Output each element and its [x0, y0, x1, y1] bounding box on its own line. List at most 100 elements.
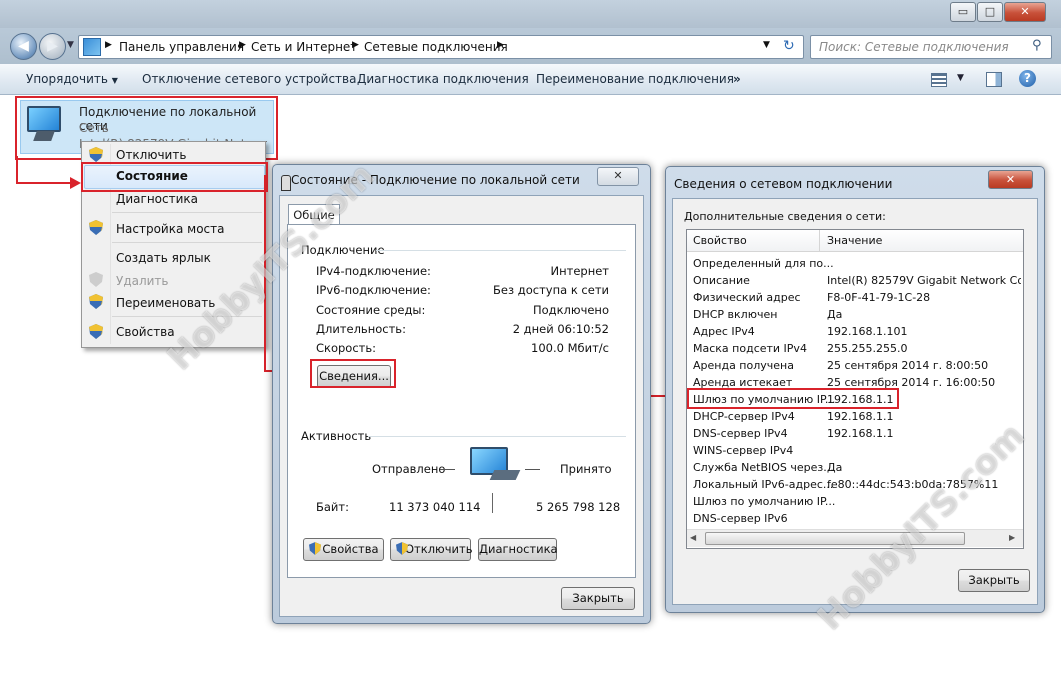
properties-button[interactable]: Свойства: [303, 538, 384, 561]
uac-shield-icon: [89, 294, 103, 309]
scroll-left-icon[interactable]: ◀: [690, 533, 696, 542]
horizontal-scrollbar[interactable]: ◀ ▶: [687, 529, 1023, 547]
breadcrumb-item[interactable]: Панель управления: [119, 40, 244, 54]
close-icon[interactable]: ✕: [988, 170, 1033, 189]
list-item-property[interactable]: Маска подсети IPv4: [693, 342, 807, 355]
tab-panel: Подключение IPv4-подключение: Интернет I…: [287, 224, 636, 578]
field-value: Без доступа к сети: [493, 283, 609, 297]
field-value: Подключено: [532, 303, 609, 317]
divider-line: [525, 469, 540, 470]
list-item-value[interactable]: 255.255.255.0: [827, 342, 1021, 355]
rename-connection-button[interactable]: Переименование подключения: [536, 72, 734, 86]
maximize-button[interactable]: □: [977, 2, 1003, 22]
divider-line: [492, 493, 493, 513]
close-button[interactable]: Закрыть: [561, 587, 635, 610]
disable-button[interactable]: Отключить: [390, 538, 472, 561]
address-dropdown-icon[interactable]: ▼: [763, 40, 770, 50]
forward-button[interactable]: ▶: [39, 33, 66, 60]
breadcrumb-item[interactable]: Сеть и Интернет: [251, 40, 357, 54]
list-item-property[interactable]: Адрес IPv4: [693, 325, 755, 338]
list-item-property[interactable]: Аренда получена: [693, 359, 794, 372]
list-item-property[interactable]: Физический адрес: [693, 291, 801, 304]
bytes-received: 5 265 798 128: [536, 500, 621, 514]
control-panel-icon: [83, 38, 101, 56]
uac-shield-icon: [89, 147, 103, 162]
list-item-property[interactable]: Служба NetBIOS через...: [693, 461, 834, 474]
chevron-right-icon: ▶: [105, 40, 112, 50]
breadcrumb-item[interactable]: Сетевые подключения: [364, 40, 508, 54]
close-button[interactable]: Закрыть: [958, 569, 1030, 592]
list-item-property[interactable]: Описание: [693, 274, 750, 287]
recent-pages-icon[interactable]: ▼: [67, 40, 74, 50]
annotation-arrow: [16, 182, 72, 184]
menu-item-properties[interactable]: Свойства: [116, 325, 175, 339]
back-button[interactable]: ◀: [10, 33, 37, 60]
menu-item-disable[interactable]: Отключить: [116, 148, 186, 162]
list-item-value[interactable]: Да: [827, 308, 1021, 321]
menu-item-bridge[interactable]: Настройка моста: [116, 222, 224, 236]
bytes-label: Байт:: [316, 500, 349, 514]
address-bar[interactable]: ▶ Панель управления ▶ Сеть и Интернет ▶ …: [78, 35, 804, 59]
close-button[interactable]: ✕: [1004, 2, 1046, 22]
help-icon[interactable]: ?: [1019, 70, 1036, 87]
search-input[interactable]: Поиск: Сетевые подключения ⚲: [810, 35, 1052, 59]
dialog-title: Сведения о сетевом подключении: [674, 177, 893, 191]
annotation-arrow: [16, 156, 18, 184]
dialog-body: Общие Подключение IPv4-подключение: Инте…: [279, 195, 644, 617]
field-label: Скорость:: [316, 341, 377, 355]
preview-pane-icon[interactable]: [986, 72, 1002, 87]
column-header-value[interactable]: Значение: [827, 234, 882, 247]
bytes-sent: 11 373 040 114: [389, 500, 481, 514]
chevron-down-icon: ▼: [111, 76, 118, 85]
more-commands-button[interactable]: »: [733, 72, 741, 86]
list-item-property[interactable]: DHCP включен: [693, 308, 777, 321]
close-icon[interactable]: ✕: [597, 167, 639, 186]
organize-menu[interactable]: Упорядочить ▼: [26, 72, 118, 86]
search-icon[interactable]: ⚲: [1032, 38, 1042, 53]
menu-item-shortcut[interactable]: Создать ярлык: [116, 251, 211, 265]
field-label: Состояние среды:: [316, 303, 426, 317]
refresh-icon[interactable]: ↻: [783, 38, 795, 54]
arrowhead-icon: [70, 177, 81, 189]
menu-item-delete: Удалить: [116, 274, 169, 288]
list-item-value[interactable]: 192.168.1.1: [827, 410, 1021, 423]
search-placeholder: Поиск: Сетевые подключения: [819, 40, 1009, 54]
menu-separator: [112, 212, 262, 213]
diagnose-button[interactable]: Диагностика: [478, 538, 558, 561]
uac-shield-icon: [396, 542, 408, 555]
menu-item-diagnose[interactable]: Диагностика: [116, 192, 198, 206]
chevron-down-icon[interactable]: ▼: [957, 73, 964, 83]
minimize-button[interactable]: ▭: [950, 2, 976, 22]
network-plug-icon: [281, 175, 291, 191]
list-item-property[interactable]: WINS-сервер IPv4: [693, 444, 793, 457]
view-options-icon[interactable]: [931, 73, 947, 87]
list-item-property[interactable]: Определенный для по...: [693, 257, 834, 270]
list-item-value[interactable]: Intel(R) 82579V Gigabit Network Connect: [827, 274, 1021, 287]
chevron-right-icon: ▶: [497, 40, 504, 50]
uac-shield-icon: [89, 272, 103, 287]
group-activity-label: Активность: [301, 429, 372, 443]
list-item-property[interactable]: DNS-сервер IPv4: [693, 427, 788, 440]
uac-shield-icon: [89, 324, 103, 339]
list-item-property[interactable]: DNS-сервер IPv6: [693, 512, 788, 525]
received-label: Принято: [560, 462, 612, 476]
disable-device-button[interactable]: Отключение сетевого устройства: [142, 72, 356, 86]
field-label: Длительность:: [316, 322, 406, 336]
group-divider: [368, 436, 626, 437]
highlight-box: [310, 359, 396, 388]
scroll-right-icon[interactable]: ▶: [1009, 533, 1015, 542]
list-item-property[interactable]: Локальный IPv6-адрес...: [693, 478, 833, 491]
list-item-property[interactable]: DHCP-сервер IPv4: [693, 410, 795, 423]
list-item-value[interactable]: 192.168.1.101: [827, 325, 1021, 338]
list-item-property[interactable]: Шлюз по умолчанию IP...: [693, 495, 835, 508]
column-header-property[interactable]: Свойство: [693, 234, 747, 247]
list-item-value[interactable]: 25 сентября 2014 г. 8:00:50: [827, 359, 1021, 372]
list-item-value[interactable]: F8-0F-41-79-1C-28: [827, 291, 1021, 304]
diagnose-connection-button[interactable]: Диагностика подключения: [357, 72, 529, 86]
field-value: 100.0 Мбит/с: [531, 341, 609, 355]
group-divider: [376, 250, 626, 251]
column-divider[interactable]: [819, 230, 820, 251]
field-value: Интернет: [550, 264, 610, 278]
uac-shield-icon: [89, 220, 103, 235]
highlight-box: [687, 388, 899, 409]
